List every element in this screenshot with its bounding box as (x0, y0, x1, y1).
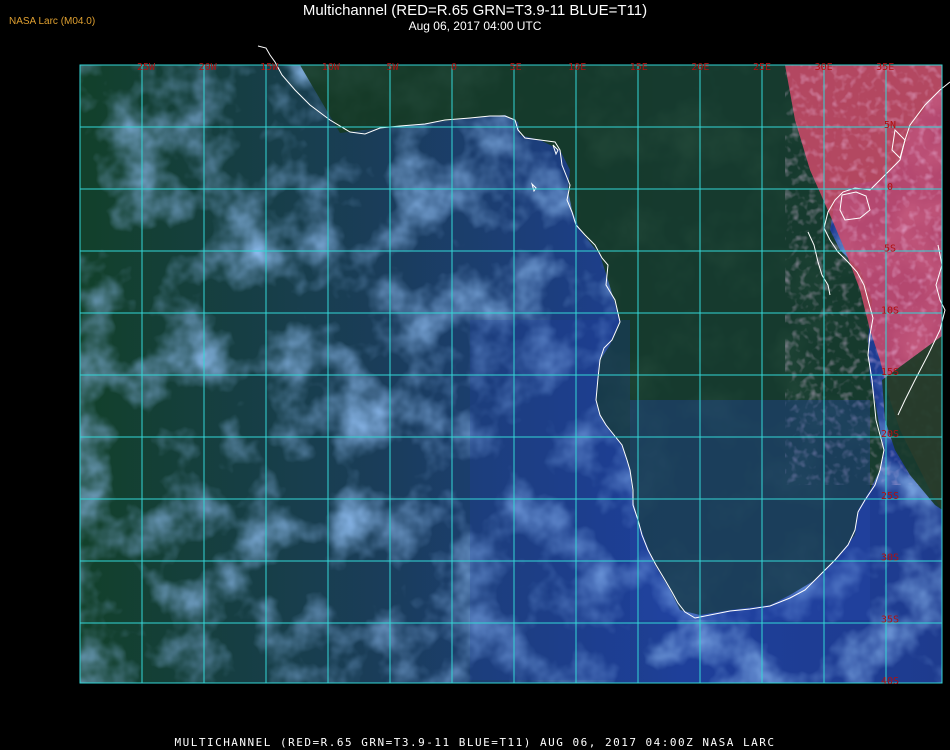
longitude-label: 0 (451, 62, 457, 73)
latitude-label: 10S (881, 305, 899, 316)
longitude-label: 20E (691, 62, 709, 73)
longitude-label: 15E (630, 62, 648, 73)
latitude-label: 30S (881, 553, 899, 564)
longitude-label: 5E (510, 62, 522, 73)
footer-caption: MULTICHANNEL (RED=R.65 GRN=T3.9-11 BLUE=… (174, 736, 776, 749)
latitude-label: 0 (887, 182, 893, 193)
longitude-label: 5W (386, 62, 399, 73)
latitude-label: 5S (884, 244, 896, 255)
latitude-label: 40S (881, 676, 899, 687)
longitude-label: 15W (260, 62, 279, 73)
longitude-label: 25W (137, 62, 156, 73)
longitude-label: 30E (815, 62, 833, 73)
latitude-label: 25S (881, 491, 899, 502)
latitude-label: 15S (881, 367, 899, 378)
latitude-label: 20S (881, 429, 899, 440)
longitude-label: 20W (199, 62, 218, 73)
longitude-label: 10W (322, 62, 341, 73)
latitude-label: 5N (884, 120, 896, 131)
latitude-label: 35S (881, 614, 899, 625)
satellite-map: 25W 20W 15W 10W 5W 0 5E 10E 15E 20E 25E 30E 35E 5N 0 5… (79, 45, 950, 687)
longitude-label: 25E (753, 62, 771, 73)
longitude-label: 10E (568, 62, 586, 73)
longitude-label: 35E (876, 62, 894, 73)
